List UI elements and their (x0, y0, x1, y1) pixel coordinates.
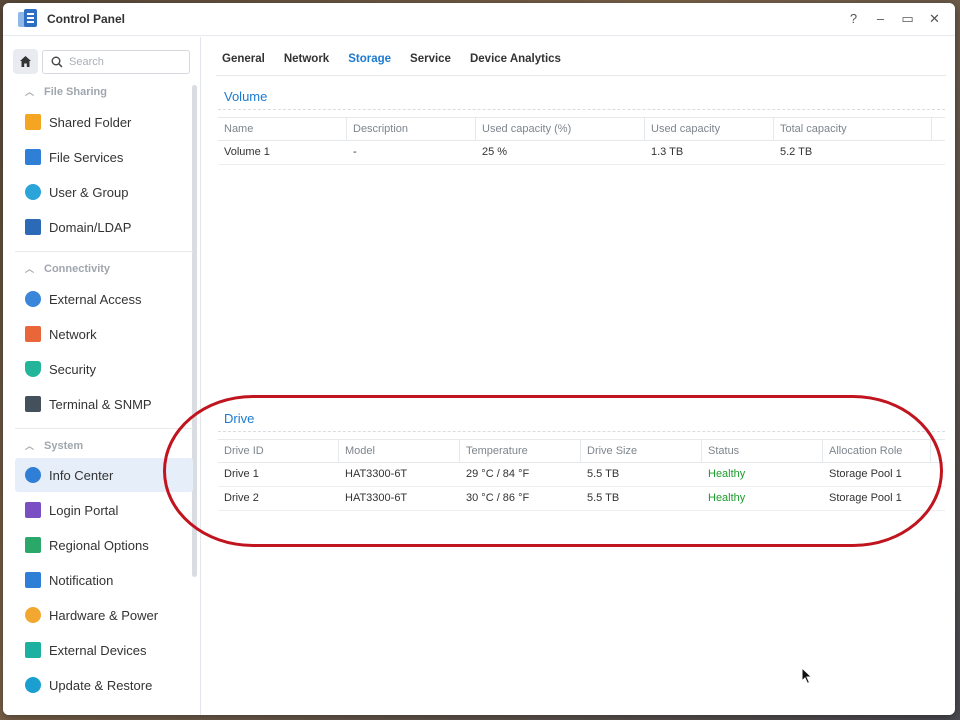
security-shield-icon (25, 361, 41, 377)
sidebar-item-login-portal[interactable]: Login Portal (15, 493, 193, 527)
close-button[interactable]: ✕ (928, 11, 941, 27)
regional-options-icon (25, 537, 41, 553)
sidebar-item-shared-folder[interactable]: Shared Folder (15, 105, 193, 139)
section-connectivity[interactable]: ︿ Connectivity (25, 262, 110, 275)
update-restore-icon (25, 677, 41, 693)
divider (15, 428, 193, 429)
maximize-button[interactable]: ▭ (901, 11, 914, 27)
sidebar-item-network[interactable]: Network (15, 317, 193, 351)
window-title: Control Panel (47, 12, 126, 26)
tab-storage[interactable]: Storage (348, 53, 391, 65)
minimize-button[interactable]: – (874, 11, 887, 27)
tab-general[interactable]: General (222, 53, 265, 65)
tab-underline (216, 75, 946, 76)
column-header[interactable]: Used capacity (%) (476, 118, 645, 140)
search-box[interactable] (42, 49, 190, 74)
sidebar-item-security[interactable]: Security (15, 352, 193, 386)
terminal-icon (25, 396, 41, 412)
divider (218, 109, 945, 110)
section-file-sharing[interactable]: ︿ File Sharing (25, 85, 107, 98)
tab-bar: General Network Storage Service Device A… (222, 53, 580, 65)
sidebar-item-external-devices[interactable]: External Devices (15, 633, 193, 667)
control-panel-icon (18, 9, 38, 29)
home-icon (20, 56, 31, 67)
notification-icon (25, 572, 41, 588)
tab-network[interactable]: Network (284, 53, 329, 65)
control-panel-window: Control Panel ? – ▭ ✕ ︿File Sharing Shar… (3, 3, 955, 715)
domain-ldap-icon (25, 219, 41, 235)
table-header: Name Description Used capacity (%) Used … (218, 117, 945, 141)
sidebar-item-user-group[interactable]: User & Group (15, 175, 193, 209)
mouse-cursor-icon (801, 667, 813, 685)
sidebar-item-notification[interactable]: Notification (15, 563, 193, 597)
title-bar: Control Panel ? – ▭ ✕ (3, 3, 955, 36)
chevron-up-icon: ︿ (25, 441, 35, 451)
sidebar-item-regional-options[interactable]: Regional Options (15, 528, 193, 562)
sidebar-item-terminal-snmp[interactable]: Terminal & SNMP (15, 387, 193, 421)
main-content: General Network Storage Service Device A… (202, 37, 955, 715)
shared-folder-icon (25, 114, 41, 130)
tab-service[interactable]: Service (410, 53, 451, 65)
column-header[interactable]: Used capacity (645, 118, 774, 140)
table-row[interactable]: Volume 1 - 25 % 1.3 TB 5.2 TB (218, 141, 945, 165)
column-header[interactable]: Name (218, 118, 347, 140)
hardware-power-icon (25, 607, 41, 623)
column-header[interactable]: Description (347, 118, 476, 140)
info-icon (25, 467, 41, 483)
login-portal-icon (25, 502, 41, 518)
section-system[interactable]: ︿ System (25, 439, 83, 452)
user-group-icon (25, 184, 41, 200)
sidebar-item-domain-ldap[interactable]: Domain/LDAP (15, 210, 193, 244)
volume-section-title: Volume (224, 89, 268, 104)
chevron-up-icon: ︿ (25, 87, 35, 97)
sidebar-item-update-restore[interactable]: Update & Restore (15, 668, 193, 702)
red-highlight-ellipse (163, 395, 943, 547)
volume-table: Name Description Used capacity (%) Used … (218, 117, 945, 165)
column-header[interactable]: Total capacity (774, 118, 932, 140)
sidebar-item-file-services[interactable]: File Services (15, 140, 193, 174)
tab-device-analytics[interactable]: Device Analytics (470, 53, 561, 65)
sidebar: ︿File Sharing Shared Folder File Service… (3, 37, 201, 715)
sidebar-item-hardware-power[interactable]: Hardware & Power (15, 598, 193, 632)
external-devices-icon (25, 642, 41, 658)
search-icon (51, 56, 63, 68)
divider (15, 251, 193, 252)
home-button[interactable] (13, 49, 38, 74)
chevron-up-icon: ︿ (25, 264, 35, 274)
help-button[interactable]: ? (847, 11, 860, 27)
sidebar-item-external-access[interactable]: External Access (15, 282, 193, 316)
search-input[interactable] (69, 55, 179, 68)
file-services-icon (25, 149, 41, 165)
external-access-icon (25, 291, 41, 307)
network-icon (25, 326, 41, 342)
